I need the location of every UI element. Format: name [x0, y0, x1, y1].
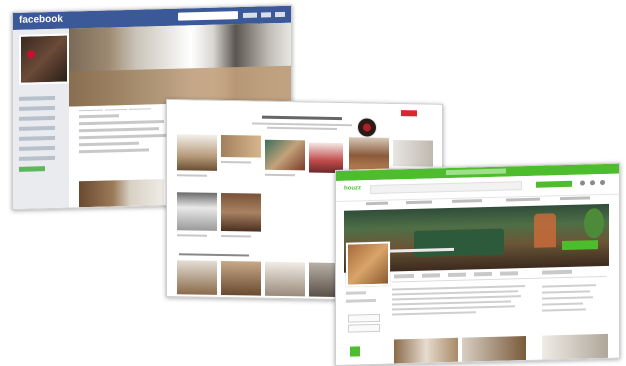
houzz-side-button[interactable] — [348, 313, 380, 323]
facebook-logo: facebook — [19, 13, 63, 26]
houzz-profile-photo — [346, 241, 390, 287]
houzz-about-text — [392, 282, 532, 326]
bell-icon[interactable] — [580, 180, 585, 186]
pin-image[interactable] — [177, 260, 217, 295]
houzz-logo[interactable]: houzz — [344, 185, 361, 191]
project-thumbnail[interactable] — [394, 337, 458, 364]
pin-image[interactable] — [221, 192, 261, 232]
nav-item[interactable] — [19, 135, 55, 141]
pinterest-follow-button[interactable] — [401, 110, 417, 117]
logo-mark — [27, 50, 35, 59]
pinterest-profile-avatar[interactable] — [357, 117, 377, 138]
board-description-text — [267, 126, 337, 130]
pin-caption — [221, 160, 251, 164]
profile-tab[interactable] — [394, 273, 414, 279]
nav-item[interactable] — [19, 95, 55, 101]
houzz-contact-info — [542, 280, 610, 322]
section-heading — [179, 253, 249, 257]
cover-chair — [534, 213, 556, 248]
category-link[interactable] — [366, 201, 388, 206]
cover-sofa — [414, 228, 504, 257]
facebook-search-input[interactable] — [178, 11, 238, 21]
profile-tab[interactable] — [542, 269, 572, 275]
pin-image[interactable] — [393, 139, 433, 167]
houzz-badge-icon — [350, 346, 360, 357]
facebook-profile-picture[interactable] — [19, 33, 69, 85]
nav-item[interactable] — [19, 115, 55, 121]
board-title-text — [262, 115, 342, 121]
nav-item[interactable] — [19, 105, 55, 111]
profile-tab[interactable] — [448, 272, 466, 278]
category-link[interactable] — [506, 197, 540, 202]
houzz-profile-screenshot: houzz — [335, 162, 620, 366]
nav-item[interactable] — [19, 125, 55, 131]
profile-tab[interactable] — [474, 271, 492, 277]
profile-tab[interactable] — [422, 273, 440, 278]
houzz-search-input[interactable] — [370, 181, 522, 195]
pin-caption — [221, 234, 251, 238]
project-thumbnail[interactable] — [462, 335, 526, 362]
project-thumbnail[interactable] — [542, 333, 608, 360]
pin-image[interactable] — [177, 192, 217, 231]
board-description-text — [252, 122, 352, 127]
promo-text — [446, 168, 506, 176]
cart-icon[interactable] — [590, 180, 595, 186]
facebook-nav-links — [13, 6, 291, 18]
category-link[interactable] — [560, 196, 590, 201]
cover-plant — [584, 207, 604, 239]
houzz-side-button[interactable] — [348, 323, 380, 333]
pin-caption — [265, 173, 295, 177]
profile-tab[interactable] — [500, 271, 518, 276]
category-link[interactable] — [452, 199, 482, 203]
houzz-signin-button[interactable] — [536, 180, 572, 188]
user-icon[interactable] — [600, 179, 605, 186]
pin-image[interactable] — [265, 261, 305, 297]
pin-image[interactable] — [221, 260, 261, 296]
pin-caption — [177, 174, 207, 177]
pin-caption — [177, 234, 207, 237]
pin-image[interactable] — [265, 139, 305, 171]
pin-image[interactable] — [177, 134, 217, 171]
houzz-contact-button[interactable] — [562, 240, 598, 251]
nav-item[interactable] — [19, 155, 55, 161]
facebook-post-image[interactable] — [79, 179, 164, 208]
pin-image[interactable] — [221, 134, 261, 158]
pin-image[interactable] — [309, 142, 343, 174]
category-link[interactable] — [406, 200, 432, 205]
facebook-page-nav — [19, 95, 55, 178]
facebook-action-button[interactable] — [19, 166, 45, 172]
nav-item[interactable] — [19, 145, 55, 151]
